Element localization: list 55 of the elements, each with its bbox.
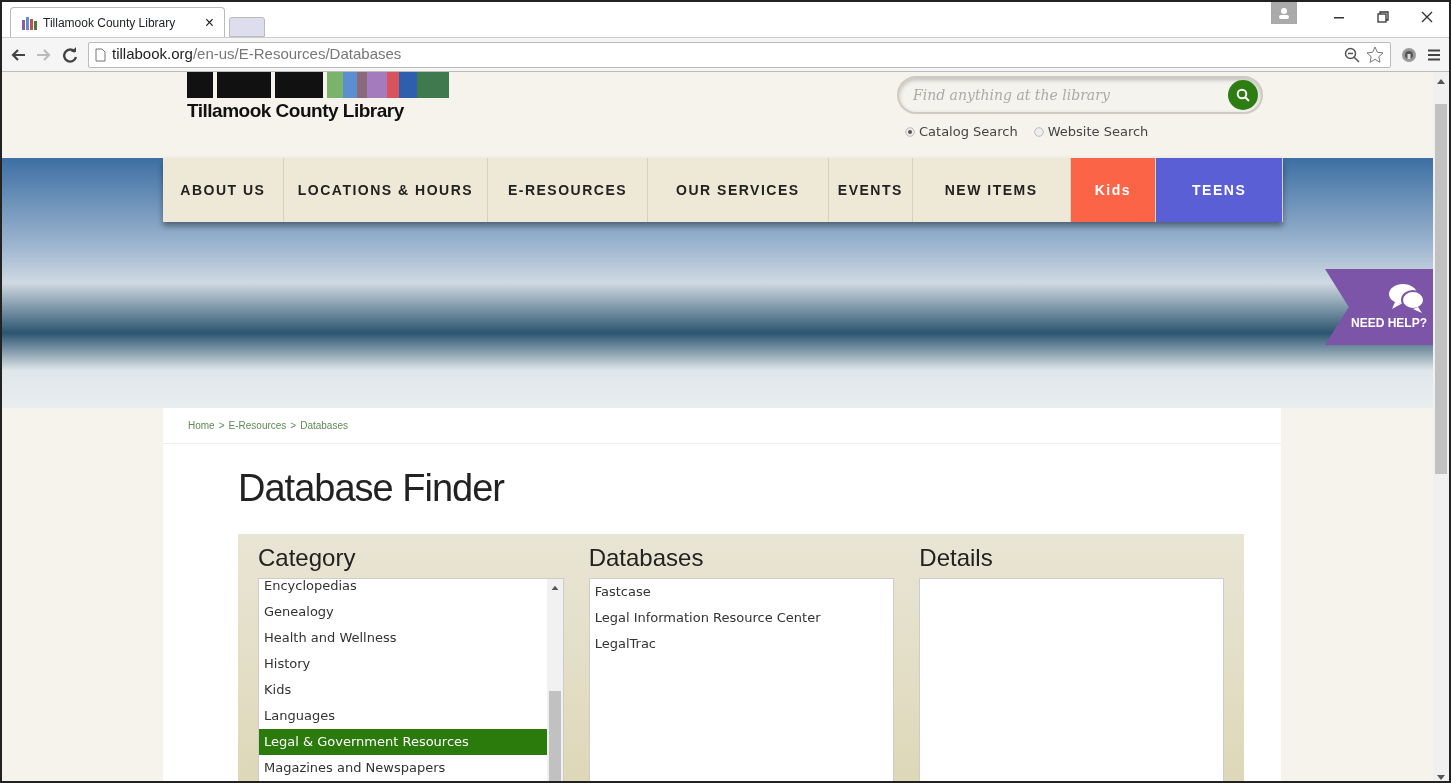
breadcrumb-link[interactable]: Databases (300, 418, 348, 433)
tab-title: Tillamook County Library (43, 14, 177, 32)
list-item[interactable]: Legal Information Resource Center (589, 605, 894, 632)
radio-button[interactable] (1033, 126, 1044, 137)
zoom-out-icon[interactable] (1344, 46, 1360, 63)
list-item[interactable]: History (259, 651, 547, 678)
page-title: Database Finder (238, 466, 506, 511)
radio-label: Website Search (1047, 123, 1149, 141)
star-icon[interactable] (1366, 46, 1384, 63)
list-item[interactable]: LegalTrac (589, 631, 894, 658)
nav-item[interactable]: LOCATIONS & HOURS (283, 158, 489, 222)
scroll-up-icon (1437, 78, 1445, 84)
column-heading: Details (919, 543, 994, 573)
tab-close-button[interactable]: × (204, 14, 214, 31)
column-heading: Category (258, 543, 357, 573)
search-icon (1236, 88, 1250, 102)
breadcrumb-separator: > (218, 419, 225, 433)
radio-label: Catalog Search (919, 123, 1018, 141)
breadcrumb-separator: > (290, 419, 297, 433)
nav-item[interactable]: ABOUT US (163, 158, 284, 222)
list-item[interactable]: Magazines and Newspapers (259, 755, 547, 781)
nav-item[interactable]: EVENTS (828, 158, 913, 222)
breadcrumb-link[interactable]: E-Resources (228, 418, 287, 433)
url-text: tillabook.org/en-us/E-Resources/Databases (112, 44, 402, 65)
person-icon (1278, 7, 1290, 19)
search-bar[interactable]: Find anything at the library (897, 76, 1263, 114)
scroll-down-icon (1437, 775, 1445, 781)
list-item[interactable]: Languages (259, 703, 547, 730)
extension-icon[interactable] (1401, 46, 1417, 63)
nav-item[interactable]: NEW ITEMS (912, 158, 1071, 222)
reload-icon[interactable] (62, 46, 78, 63)
nav-item[interactable]: E-RESOURCES (488, 158, 648, 222)
close-icon[interactable] (1421, 11, 1433, 23)
restore-icon[interactable] (1377, 11, 1389, 23)
nav-item[interactable]: TEENS (1156, 158, 1283, 222)
list-item[interactable]: Kids (259, 677, 547, 704)
back-icon[interactable] (10, 47, 26, 62)
nav-item[interactable]: OUR SERVICES (647, 158, 829, 222)
search-field[interactable]: Find anything at the library (911, 83, 1228, 107)
list-item[interactable]: Legal & Government Resources (259, 729, 547, 756)
page-icon (95, 47, 106, 62)
address-bar[interactable]: tillabook.org/en-us/E-Resources/Databases (88, 41, 1391, 68)
radio-button[interactable] (905, 126, 915, 137)
list-item[interactable]: Fastcase (589, 579, 894, 606)
breadcrumb-link[interactable]: Home (188, 418, 215, 433)
browser-tab[interactable]: Tillamook County Library × (10, 7, 225, 37)
list-item[interactable]: Encyclopedias (259, 579, 547, 600)
scroll-up-icon (550, 585, 559, 591)
search-button[interactable] (1228, 80, 1258, 110)
logo-text: Tillamook County Library (187, 100, 404, 122)
list-item[interactable]: Genealogy (259, 599, 547, 626)
list-item[interactable]: Health and Wellness (259, 625, 547, 652)
menu-icon[interactable] (1427, 47, 1441, 62)
column-heading: Databases (588, 543, 705, 573)
books-icon (21, 15, 37, 30)
